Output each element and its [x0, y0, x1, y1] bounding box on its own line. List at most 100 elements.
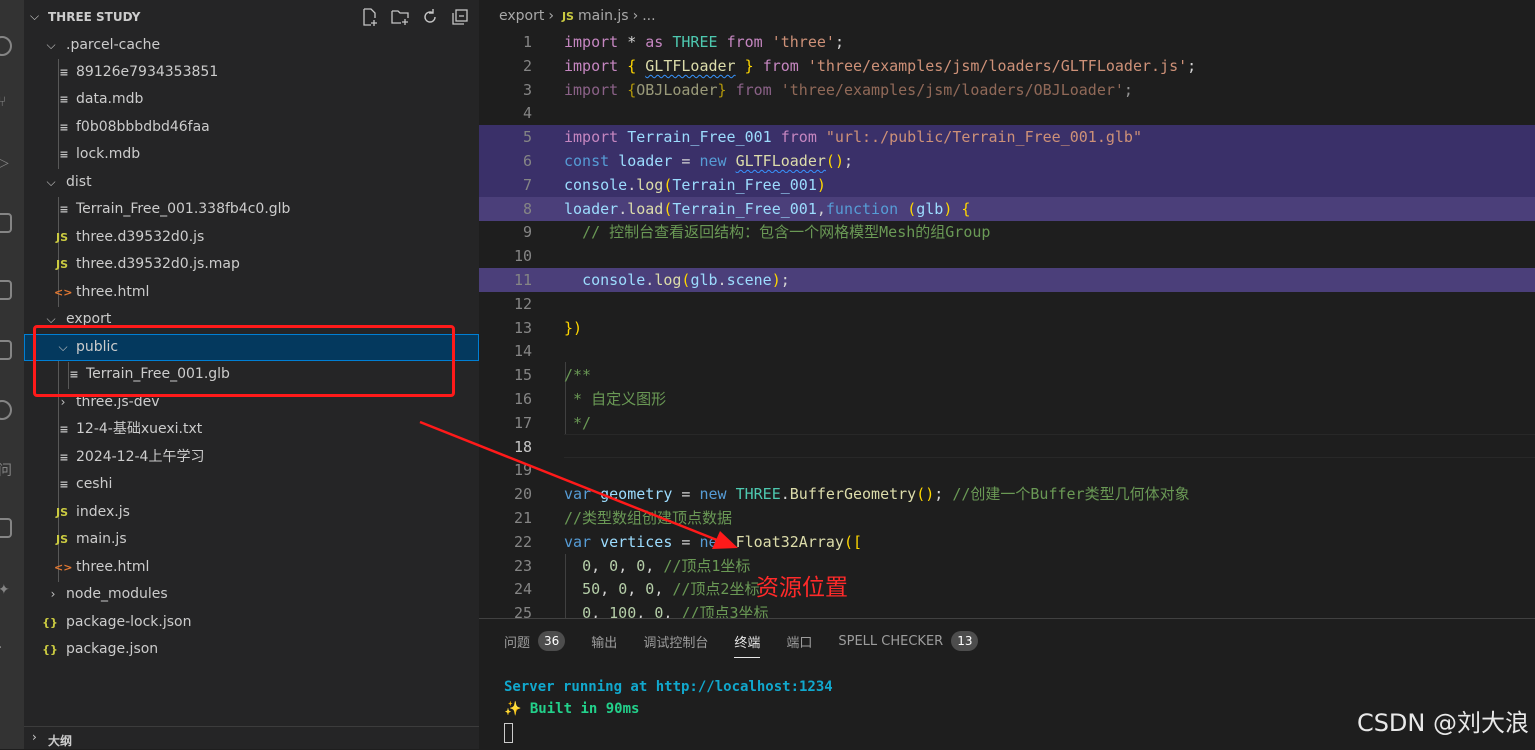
- code-text[interactable]: 0, 100, 0, //顶点3坐标: [564, 601, 768, 618]
- line-number: 5: [522, 128, 532, 147]
- account-icon[interactable]: [0, 36, 12, 56]
- code-line[interactable]: 8 loader.load(Terrain_Free_001,function (…: [479, 196, 1535, 221]
- tree-item-data-mdb[interactable]: ≡ data.mdb: [24, 86, 479, 113]
- tree-item-three-dist-html[interactable]: <> three.html: [24, 279, 479, 306]
- tree-item-lock-mdb[interactable]: ≡ lock.mdb: [24, 141, 479, 168]
- code-text[interactable]: const loader = new GLTFLoader();: [564, 149, 853, 173]
- tree-item-ceshi[interactable]: ≡ ceshi: [24, 471, 479, 498]
- tree-item-dist[interactable]: ⌵ dist: [24, 169, 479, 196]
- code-text[interactable]: import {OBJLoader} from 'three/examples/…: [564, 78, 1133, 102]
- code-text[interactable]: console.log(Terrain_Free_001): [564, 173, 826, 197]
- extensions-icon[interactable]: [0, 213, 12, 233]
- github-icon[interactable]: [0, 400, 12, 420]
- new-folder-icon[interactable]: [389, 6, 411, 28]
- code-text[interactable]: import { GLTFLoader } from 'three/exampl…: [564, 54, 1196, 78]
- refresh-icon[interactable]: [419, 6, 441, 28]
- terminal-url[interactable]: http://localhost:1234: [656, 679, 833, 695]
- code-text[interactable]: //类型数组创建顶点数据: [564, 506, 732, 530]
- js-file-icon: JS: [55, 533, 68, 546]
- pin-icon[interactable]: ✦: [0, 582, 10, 598]
- code-text[interactable]: }): [564, 316, 582, 340]
- code-text[interactable]: console.log(glb.scene);: [564, 268, 790, 292]
- terminal-cursor[interactable]: [504, 723, 513, 743]
- tree-item-main-js[interactable]: JS main.js: [24, 526, 479, 553]
- more-icon[interactable]: ·: [0, 640, 2, 656]
- code-line[interactable]: 10: [479, 244, 1535, 268]
- code-line[interactable]: 25 0, 100, 0, //顶点3坐标: [479, 601, 1535, 618]
- code-line[interactable]: 15 /**: [479, 363, 1535, 387]
- breadcrumb-file[interactable]: main.js: [578, 8, 629, 24]
- tree-item-three-dist-js-map[interactable]: JS three.d39532d0.js.map: [24, 251, 479, 278]
- code-line[interactable]: 24 50, 0, 0, //顶点2坐标: [479, 577, 1535, 601]
- code-text[interactable]: * 自定义图形: [564, 387, 666, 411]
- tree-item-label: lock.mdb: [76, 146, 141, 162]
- code-line[interactable]: 5 import Terrain_Free_001 from "url:./pub…: [479, 125, 1535, 150]
- explorer-header[interactable]: ⌵ THREE STUDY: [24, 0, 479, 35]
- code-line[interactable]: 11 console.log(glb.scene);: [479, 268, 1535, 292]
- tree-item-parcel-cache[interactable]: ⌵ .parcel-cache: [24, 32, 479, 59]
- chevron-down-icon[interactable]: ⌵: [30, 9, 39, 24]
- code-line[interactable]: 13}): [479, 316, 1535, 340]
- code-text[interactable]: 0, 0, 0, //顶点1坐标: [564, 554, 750, 578]
- layers-icon[interactable]: [0, 518, 12, 538]
- code-line[interactable]: 3 import {OBJLoader} from 'three/examples…: [479, 78, 1535, 102]
- code-line[interactable]: 12: [479, 292, 1535, 316]
- tree-item-f0b08bbbdbd46faa[interactable]: ≡ f0b08bbbdbd46faa: [24, 114, 479, 141]
- tree-item-label: 89126e7934353851: [76, 64, 219, 80]
- collapse-all-icon[interactable]: [449, 6, 471, 28]
- tab-output[interactable]: 输出: [591, 631, 617, 651]
- breadcrumb-symbol[interactable]: ...: [642, 8, 655, 24]
- tree-item-package-json[interactable]: {} package.json: [24, 636, 479, 663]
- run-debug-icon[interactable]: ▷: [0, 155, 9, 171]
- code-line[interactable]: 21 //类型数组创建顶点数据: [479, 506, 1535, 530]
- code-text[interactable]: */: [564, 411, 591, 435]
- chevron-right-icon: ›: [50, 587, 56, 601]
- testing-icon[interactable]: [0, 340, 12, 360]
- code-line[interactable]: 17 */: [479, 411, 1535, 435]
- code-text[interactable]: 50, 0, 0, //顶点2坐标: [564, 577, 759, 601]
- tree-item-89126e7934353851[interactable]: ≡ 89126e7934353851: [24, 59, 479, 86]
- tab-terminal[interactable]: 终端: [734, 631, 761, 658]
- code-text[interactable]: import Terrain_Free_001 from "url:./publ…: [564, 125, 1142, 149]
- code-line[interactable]: 16 * 自定义图形: [479, 387, 1535, 411]
- tree-item-12-4-txt[interactable]: ≡ 12-4-基础xuexi.txt: [24, 416, 479, 443]
- source-control-icon[interactable]: ⑂: [0, 94, 6, 110]
- code-line[interactable]: 4: [479, 101, 1535, 125]
- tree-item-package-lock-json[interactable]: {} package-lock.json: [24, 609, 479, 636]
- tree-item-2024-12-4[interactable]: ≡ 2024-12-4上午学习: [24, 444, 479, 471]
- tree-item-node-modules[interactable]: › node_modules: [24, 581, 479, 608]
- code-line[interactable]: 6 const loader = new GLTFLoader();: [479, 149, 1535, 173]
- tree-item-index-js[interactable]: JS index.js: [24, 499, 479, 526]
- tab-spell-checker[interactable]: SPELL CHECKER 13: [838, 631, 979, 651]
- code-line[interactable]: 7 console.log(Terrain_Free_001): [479, 172, 1535, 197]
- code-line[interactable]: 14: [479, 339, 1535, 363]
- code-line[interactable]: 20 var geometry = new THREE.BufferGeometr…: [479, 482, 1535, 506]
- code-editor[interactable]: export › JS main.js ›... 1 import * as THREE …: [479, 0, 1535, 618]
- code-line[interactable]: 9 // 控制台查看返回结构：包含一个网格模型Mesh的组Group: [479, 220, 1535, 244]
- code-text[interactable]: // 控制台查看返回结构：包含一个网格模型Mesh的组Group: [564, 220, 990, 244]
- tab-debug-console[interactable]: 调试控制台: [643, 631, 708, 651]
- tree-item-three-html[interactable]: <> three.html: [24, 554, 479, 581]
- code-text[interactable]: var vertices = new Float32Array([: [564, 530, 862, 554]
- new-file-icon[interactable]: [359, 6, 381, 28]
- tree-item-three-dist-js[interactable]: JS three.d39532d0.js: [24, 224, 479, 251]
- tree-item-terrain-dist-glb[interactable]: ≡ Terrain_Free_001.338fb4c0.glb: [24, 196, 479, 223]
- code-line[interactable]: 19: [479, 458, 1535, 482]
- code-text[interactable]: /**: [564, 363, 591, 387]
- code-text[interactable]: loader.load(Terrain_Free_001,function (g…: [564, 197, 970, 221]
- code-text[interactable]: var geometry = new THREE.BufferGeometry(…: [564, 482, 1190, 506]
- breadcrumb-folder[interactable]: export: [499, 8, 544, 24]
- code-text[interactable]: import * as THREE from 'three';: [564, 30, 844, 54]
- remote-explorer-icon[interactable]: [0, 280, 12, 300]
- outline-section-header[interactable]: › 大纲: [24, 726, 479, 750]
- code-line[interactable]: 2 import { GLTFLoader } from 'three/examp…: [479, 54, 1535, 78]
- chat-icon[interactable]: 问: [0, 460, 12, 480]
- tab-ports[interactable]: 端口: [786, 631, 812, 651]
- json-file-icon: {}: [42, 616, 58, 629]
- code-line[interactable]: 1 import * as THREE from 'three';: [479, 30, 1535, 54]
- code-line[interactable]: 18: [479, 435, 1535, 459]
- code-line[interactable]: 22 var vertices = new Float32Array([: [479, 530, 1535, 554]
- code-line[interactable]: 23 0, 0, 0, //顶点1坐标: [479, 554, 1535, 578]
- line-number: 22: [513, 532, 532, 551]
- tab-problems[interactable]: 问题 36: [504, 631, 566, 651]
